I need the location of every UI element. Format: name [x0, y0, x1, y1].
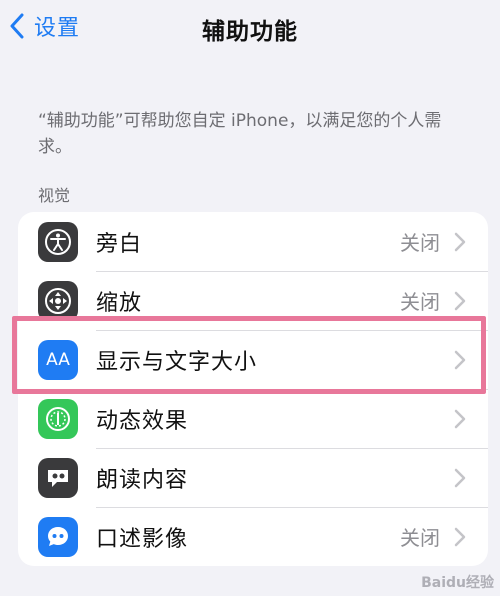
row-motion[interactable]: 动态效果 [18, 389, 488, 448]
row-display-text-size[interactable]: AA 显示与文字大小 [18, 330, 488, 389]
vision-settings-group: 旁白 关闭 缩放 关闭 AA 显示与文字大小 动态效果 朗读内容 口述影像 关闭 [18, 212, 488, 566]
row-label: 显示与文字大小 [96, 349, 258, 375]
zoom-icon [38, 281, 78, 321]
row-value: 关闭 [400, 231, 440, 255]
row-spoken-content[interactable]: 朗读内容 [18, 448, 488, 507]
chevron-right-icon [454, 350, 466, 370]
row-label: 旁白 [96, 231, 143, 257]
watermark: Baidu经验 [421, 575, 494, 591]
text-size-icon: AA [38, 340, 78, 380]
chevron-right-icon [454, 232, 466, 252]
navigation-bar: 设置 辅助功能 [0, 0, 500, 56]
row-value: 关闭 [400, 526, 440, 550]
chevron-right-icon [454, 527, 466, 547]
row-zoom[interactable]: 缩放 关闭 [18, 271, 488, 330]
page-title: 辅助功能 [202, 19, 298, 45]
spoken-content-icon [38, 458, 78, 498]
row-label: 缩放 [96, 290, 143, 316]
chevron-right-icon [454, 409, 466, 429]
chevron-right-icon [454, 468, 466, 488]
motion-icon [38, 399, 78, 439]
row-label: 口述影像 [96, 526, 189, 552]
voiceover-icon [38, 222, 78, 262]
page-description: “辅助功能”可帮助您自定 iPhone，以满足您的个人需求。 [38, 111, 442, 157]
row-voiceover[interactable]: 旁白 关闭 [18, 212, 488, 271]
chevron-right-icon [454, 291, 466, 311]
row-audio-descriptions[interactable]: 口述影像 关闭 [18, 507, 488, 566]
row-label: 动态效果 [96, 408, 189, 434]
row-label: 朗读内容 [96, 467, 189, 493]
section-header-vision: 视觉 [38, 186, 71, 205]
row-value: 关闭 [400, 290, 440, 314]
text-size-icon-glyph: AA [46, 350, 70, 370]
audio-description-icon [38, 517, 78, 557]
